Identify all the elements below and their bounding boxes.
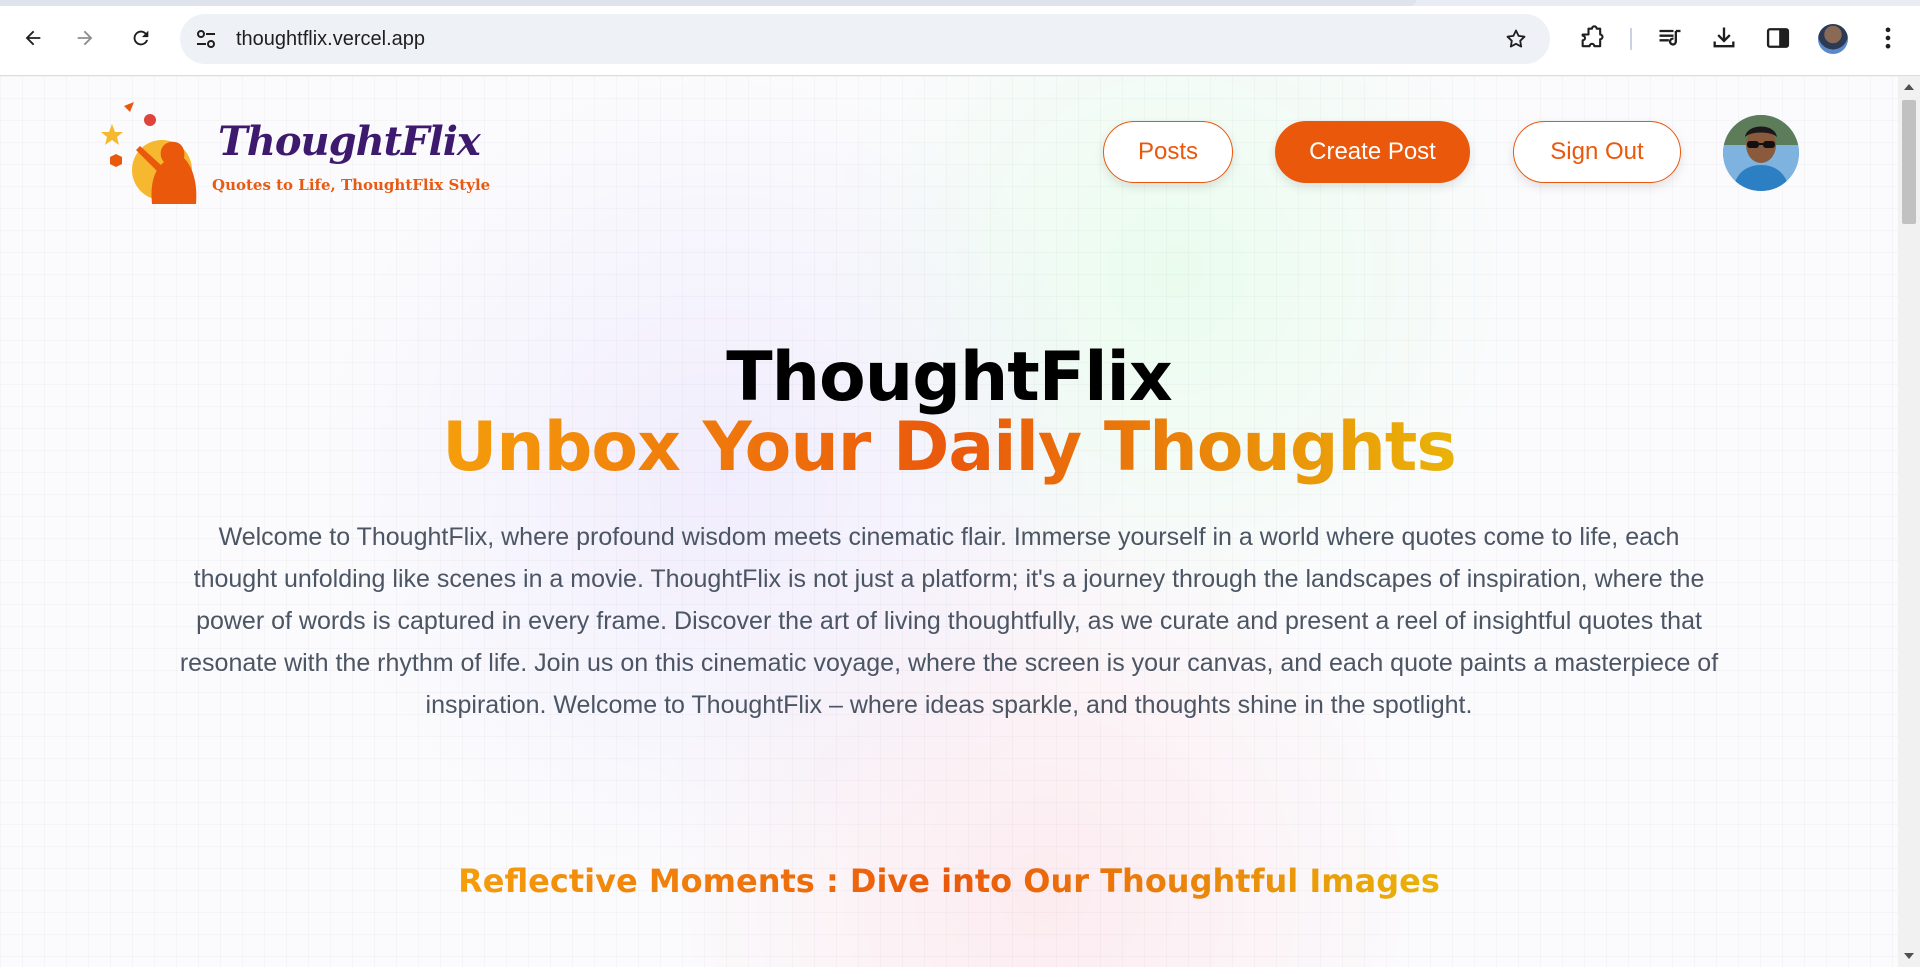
site-logo[interactable]: ThoughtFlix Quotes to Life, ThoughtFlix … (100, 96, 490, 206)
scrollbar-thumb[interactable] (1902, 100, 1916, 224)
arrow-left-icon (25, 30, 41, 46)
address-bar[interactable]: thoughtflix.vercel.app (180, 14, 1550, 64)
toolbar-divider (1630, 28, 1632, 50)
sign-out-button[interactable]: Sign Out (1513, 121, 1681, 183)
forward-button[interactable] (67, 20, 103, 56)
page-scrollbar[interactable] (1898, 76, 1920, 967)
hero-subtitle: Unbox Your Daily Thoughts (0, 408, 1898, 487)
tune-icon[interactable] (194, 27, 218, 51)
hero-title: ThoughtFlix (726, 338, 1172, 417)
tab-strip (0, 0, 1920, 6)
kebab-menu-icon[interactable] (1874, 24, 1902, 52)
hero-subtitle-text: Unbox Your Daily Thoughts (442, 408, 1457, 487)
page-viewport: ThoughtFlix Quotes to Life, ThoughtFlix … (0, 76, 1898, 967)
download-icon[interactable] (1710, 24, 1738, 52)
hero-description: Welcome to ThoughtFlix, where profound w… (179, 523, 1719, 719)
user-photo-icon (1723, 115, 1799, 191)
brand-tagline: Quotes to Life, ThoughtFlix Style (212, 176, 491, 194)
back-button[interactable] (15, 20, 51, 56)
scroll-up-arrow[interactable] (1904, 84, 1914, 90)
user-avatar[interactable] (1723, 115, 1799, 191)
gallery-heading-text: Reflective Moments : Dive into Our Thoug… (458, 862, 1440, 900)
gallery-heading: Reflective Moments : Dive into Our Thoug… (0, 862, 1898, 900)
browser-toolbar: thoughtflix.vercel.app (0, 0, 1920, 76)
reload-button[interactable] (123, 20, 159, 56)
posts-button[interactable]: Posts (1103, 121, 1233, 183)
scroll-down-arrow[interactable] (1904, 953, 1914, 959)
arrow-right-icon (77, 30, 93, 46)
profile-avatar-icon[interactable] (1818, 24, 1848, 54)
url-text[interactable]: thoughtflix.vercel.app (236, 28, 425, 51)
side-panel-icon[interactable] (1764, 24, 1792, 52)
playlist-icon[interactable] (1656, 24, 1684, 52)
star-icon[interactable] (1504, 27, 1528, 51)
brand-name: ThoughtFlix (218, 118, 481, 165)
reload-icon (133, 30, 149, 46)
create-post-button[interactable]: Create Post (1275, 121, 1470, 183)
puzzle-icon[interactable] (1578, 24, 1606, 52)
logo-figure-icon (101, 102, 197, 204)
